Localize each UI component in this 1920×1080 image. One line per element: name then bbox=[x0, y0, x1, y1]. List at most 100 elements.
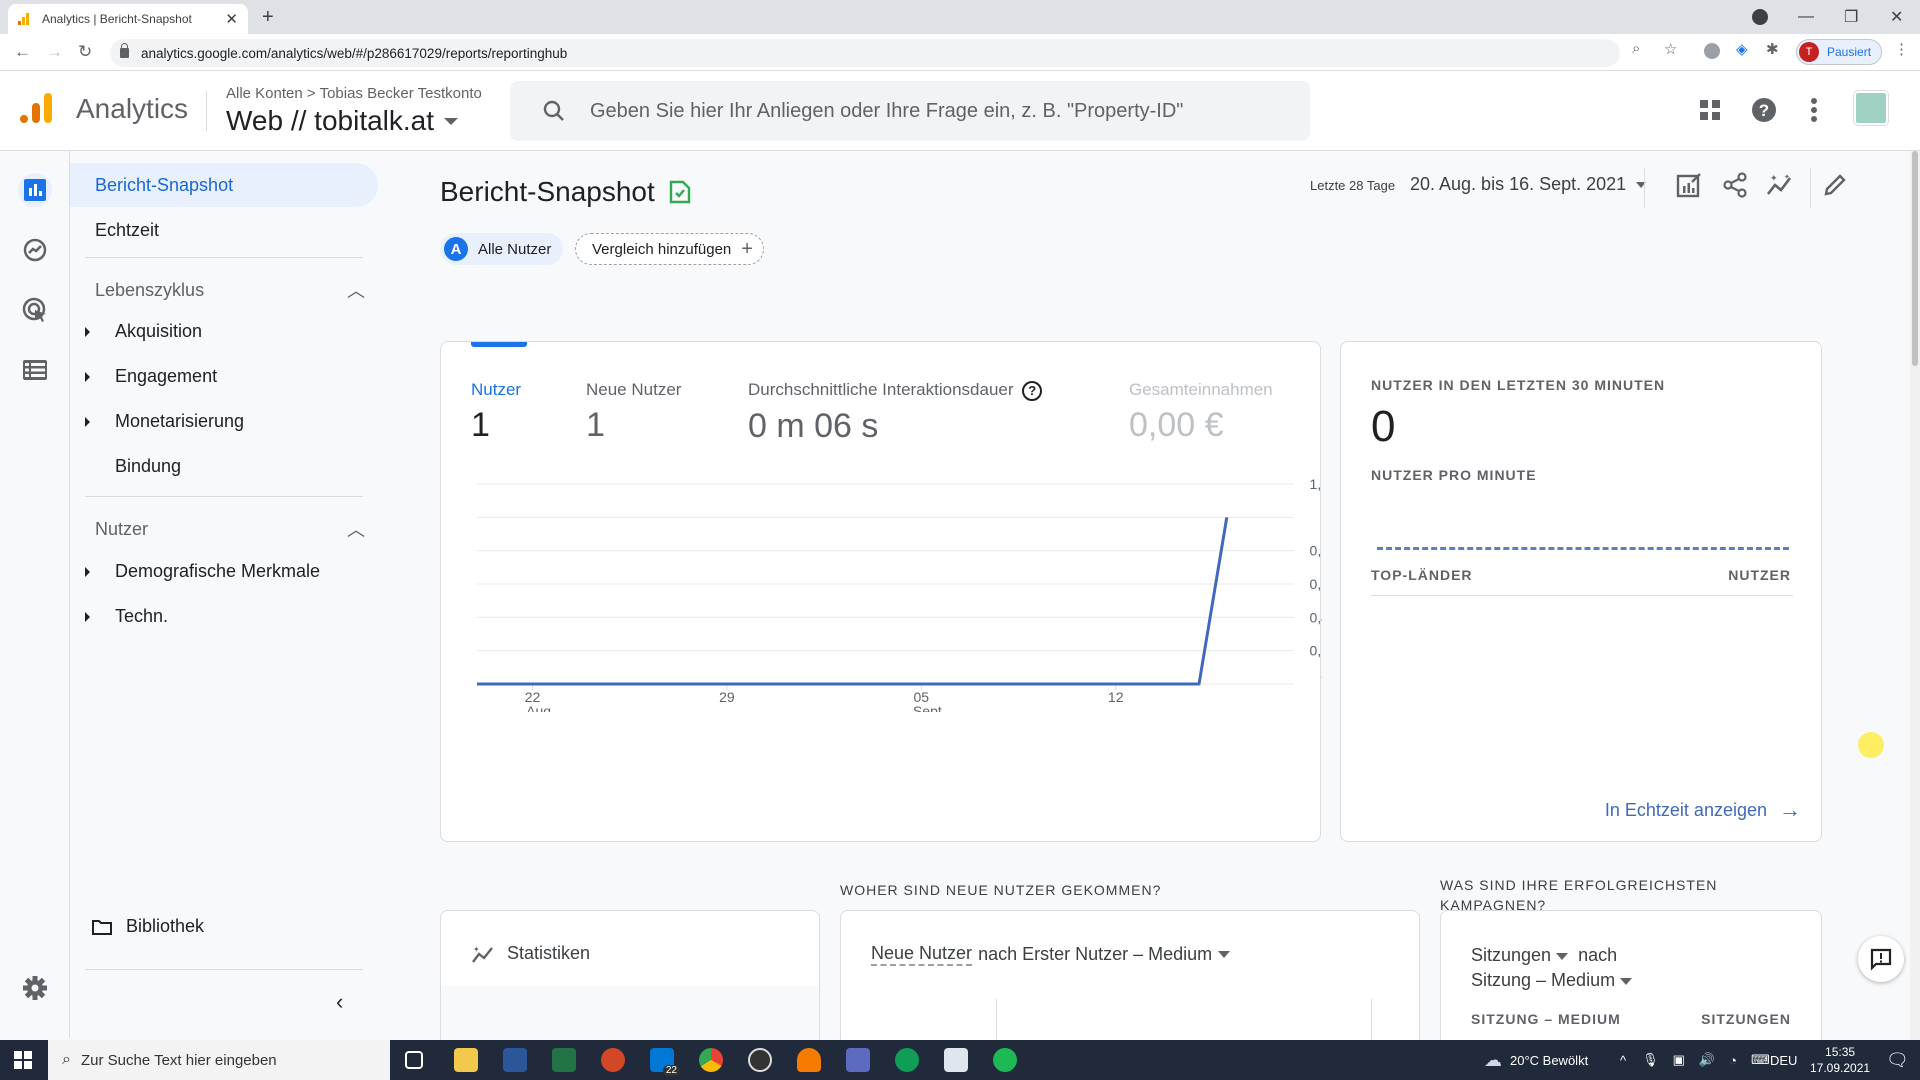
metric-selector[interactable]: Neue Nutzer bbox=[871, 943, 973, 966]
sidebar-item-engagement[interactable]: Engagement bbox=[70, 366, 217, 387]
maximize-button[interactable]: ❐ bbox=[1844, 0, 1858, 34]
sidebar-item-bericht-snapshot[interactable]: Bericht-Snapshot bbox=[70, 163, 378, 207]
sidebar-item-bibliothek[interactable]: Bibliothek bbox=[92, 916, 204, 937]
metric-tab-interaktionsdauer[interactable]: Durchschnittliche Interaktionsdauer ? 0 … bbox=[748, 380, 1043, 446]
volume-icon[interactable]: 🔊 bbox=[1699, 1052, 1715, 1068]
windows-start-icon[interactable] bbox=[14, 1051, 32, 1074]
date-range-picker[interactable]: 20. Aug. bis 16. Sept. 2021 bbox=[1410, 174, 1647, 195]
metric-tab-nutzer[interactable]: Nutzer 1 bbox=[471, 380, 521, 445]
page-scrollbar[interactable] bbox=[1910, 151, 1920, 1040]
sidebar-item-akquisition[interactable]: Akquisition bbox=[70, 321, 202, 342]
breadcrumb-account[interactable]: Tobias Becker Testkonto bbox=[320, 85, 482, 102]
customize-report-icon[interactable] bbox=[1676, 172, 1702, 198]
metric-label: Durchschnittliche Interaktionsdauer ? bbox=[748, 380, 1043, 401]
help-circle-icon[interactable]: ? bbox=[1022, 381, 1043, 401]
account-avatar[interactable] bbox=[1854, 91, 1888, 125]
keyboard-icon[interactable]: ⌨ bbox=[1751, 1052, 1770, 1068]
add-comparison-button[interactable]: Vergleich hinzufügen + bbox=[575, 233, 764, 265]
taskbar-search-input[interactable]: ⌕ Zur Suche Text hier eingeben bbox=[48, 1040, 390, 1080]
metric-value: 0,00 € bbox=[1129, 406, 1224, 444]
reports-nav-button[interactable] bbox=[18, 173, 52, 207]
sidebar-item-bindung[interactable]: Bindung bbox=[70, 456, 181, 477]
more-vert-icon[interactable] bbox=[1810, 97, 1818, 123]
search-icon: ⌕ bbox=[62, 1051, 71, 1068]
profile-button[interactable]: T Pausiert bbox=[1796, 39, 1883, 65]
view-realtime-label: In Echtzeit anzeigen bbox=[1604, 799, 1767, 820]
metric-tab-neue-nutzer[interactable]: Neue Nutzer 1 bbox=[586, 380, 681, 445]
metric-value: 1 bbox=[471, 406, 490, 444]
sidebar-group-nutzer[interactable]: Nutzer ︿ bbox=[95, 516, 385, 542]
property-selector[interactable]: Web // tobitalk.at bbox=[226, 105, 459, 137]
insights-sparkle-icon[interactable]: ✦ ✦ bbox=[1766, 172, 1794, 198]
left-nav-rail bbox=[0, 151, 70, 1038]
verified-report-icon[interactable] bbox=[669, 180, 691, 204]
configure-nav-button[interactable] bbox=[18, 353, 52, 387]
task-view-icon[interactable] bbox=[405, 1051, 423, 1069]
view-realtime-link[interactable]: In Echtzeit anzeigen → bbox=[1605, 797, 1801, 823]
share-icon[interactable] bbox=[1722, 172, 1748, 198]
close-window-button[interactable]: ✕ bbox=[1890, 0, 1903, 34]
segment-chip-all-users[interactable]: A Alle Nutzer bbox=[440, 233, 564, 265]
realtime-users-value: 0 bbox=[1371, 402, 1396, 451]
explore-nav-button[interactable] bbox=[18, 233, 52, 267]
obs-icon[interactable] bbox=[748, 1048, 772, 1072]
powerpoint-icon[interactable] bbox=[601, 1048, 625, 1072]
app-header: Analytics Alle Konten > Tobias Becker Te… bbox=[0, 71, 1920, 151]
media-control-icon[interactable] bbox=[1752, 0, 1768, 34]
browser-menu-icon[interactable]: ⋮ bbox=[1894, 40, 1909, 58]
edit-pencil-icon[interactable] bbox=[1822, 172, 1848, 198]
medium-column-header: SITZUNG – MEDIUM bbox=[1471, 1011, 1621, 1027]
tag-extension-icon[interactable]: ◈ bbox=[1736, 40, 1748, 58]
insights-header[interactable]: ✦ Statistiken bbox=[471, 943, 590, 964]
weather-widget[interactable]: ☁ 20°C Bewölkt bbox=[1484, 1040, 1588, 1080]
app-icon[interactable] bbox=[846, 1048, 870, 1072]
excel-icon[interactable] bbox=[552, 1048, 576, 1072]
metric-selector[interactable]: Sitzungen bbox=[1471, 945, 1551, 965]
notifications-icon[interactable]: 🗨 bbox=[1886, 1040, 1909, 1080]
scrollbar-thumb[interactable] bbox=[1912, 151, 1918, 366]
tray-chevron-icon[interactable]: ^ bbox=[1620, 1053, 1626, 1068]
browser-tab-strip: Analytics | Bericht-Snapshot ✕ + — ❐ ✕ bbox=[0, 0, 1920, 34]
word-icon[interactable] bbox=[503, 1048, 527, 1072]
sidebar-item-echtzeit[interactable]: Echtzeit bbox=[70, 208, 378, 252]
edge-icon[interactable] bbox=[895, 1048, 919, 1072]
help-icon[interactable]: ? bbox=[1751, 97, 1777, 123]
close-tab-icon[interactable]: ✕ bbox=[225, 10, 238, 28]
new-tab-button[interactable]: + bbox=[262, 6, 274, 29]
bookmark-star-icon[interactable]: ☆ bbox=[1664, 40, 1677, 58]
url-bar[interactable]: analytics.google.com/analytics/web/#/p28… bbox=[110, 39, 1620, 67]
file-explorer-icon[interactable] bbox=[454, 1048, 478, 1072]
language-indicator[interactable]: DEU bbox=[1770, 1040, 1797, 1080]
puzzle-extensions-icon[interactable]: ✱ bbox=[1766, 40, 1779, 58]
breadcrumb[interactable]: Alle Konten > Tobias Becker Testkonto bbox=[226, 85, 482, 102]
breadcrumb-root[interactable]: Alle Konten bbox=[226, 85, 303, 102]
advertising-nav-button[interactable] bbox=[18, 293, 52, 327]
adblock-icon[interactable] bbox=[1704, 43, 1720, 59]
metric-tab-gesamteinnahmen[interactable]: Gesamteinnahmen 0,00 € bbox=[1129, 380, 1319, 445]
notepad-icon[interactable] bbox=[944, 1048, 968, 1072]
admin-settings-button[interactable] bbox=[18, 971, 52, 1005]
browser-tab[interactable]: Analytics | Bericht-Snapshot ✕ bbox=[8, 4, 248, 34]
system-tray-icons[interactable]: ^ 🎙 ▣ 🔊 ◔ ⌨ bbox=[1620, 1040, 1770, 1080]
new-users-dimension-selector[interactable]: Neue Nutzer nach Erster Nutzer – Medium bbox=[871, 943, 1231, 966]
collapse-sidebar-chevron-icon[interactable]: ‹ bbox=[336, 989, 343, 1015]
sidebar-group-lebenszyklus[interactable]: Lebenszyklus ︿ bbox=[95, 277, 385, 303]
app-icon[interactable] bbox=[797, 1048, 821, 1072]
spotify-icon[interactable] bbox=[993, 1048, 1017, 1072]
minimize-button[interactable]: — bbox=[1798, 0, 1814, 34]
search-input[interactable]: Geben Sie hier Ihr Anliegen oder Ihre Fr… bbox=[510, 81, 1310, 141]
mail-icon[interactable]: 22 bbox=[650, 1048, 680, 1076]
apps-grid-icon[interactable] bbox=[1699, 99, 1721, 121]
feedback-button[interactable] bbox=[1858, 936, 1904, 982]
chrome-icon[interactable] bbox=[699, 1048, 723, 1072]
back-button[interactable]: ← bbox=[14, 42, 31, 62]
clock[interactable]: 15:35 17.09.2021 bbox=[1810, 1040, 1870, 1080]
reload-button[interactable]: ↻ bbox=[78, 42, 92, 62]
sidebar-item-demografische-merkmale[interactable]: Demografische Merkmale bbox=[70, 561, 320, 582]
sidebar-item-techn[interactable]: Techn. bbox=[70, 606, 168, 627]
sidebar-item-monetarisierung[interactable]: Monetarisierung bbox=[70, 411, 244, 432]
network-icon[interactable]: ◔ bbox=[1729, 1053, 1737, 1068]
forward-button[interactable]: → bbox=[46, 42, 63, 62]
zoom-icon[interactable]: ⌕ bbox=[1632, 40, 1640, 57]
dimension-selector[interactable]: Sitzung – Medium bbox=[1471, 970, 1615, 990]
